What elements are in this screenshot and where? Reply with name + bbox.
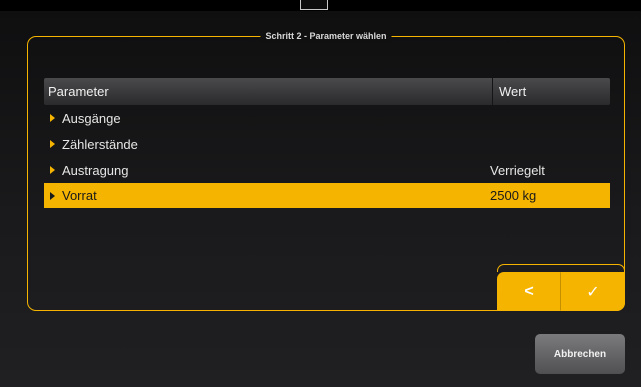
nav-buttons: < ✓ [497, 272, 625, 311]
top-strip [0, 0, 641, 11]
parameter-table: Parameter Wert Ausgänge Zählerstände Aus… [44, 78, 610, 208]
back-button[interactable]: < [497, 272, 561, 311]
table-row[interactable]: Ausgänge [44, 105, 610, 131]
table-header: Parameter Wert [44, 78, 610, 105]
top-tab[interactable] [300, 0, 328, 10]
expand-arrow-icon [50, 166, 55, 174]
dialog-title: Schritt 2 - Parameter wählen [260, 29, 392, 43]
column-header-value: Wert [499, 84, 527, 99]
cancel-button[interactable]: Abbrechen [535, 334, 625, 374]
row-value: 2500 kg [490, 188, 537, 203]
row-label: Zählerstände [62, 136, 138, 152]
column-header-parameter: Parameter [44, 78, 493, 105]
expand-arrow-icon [50, 191, 55, 200]
expand-arrow-icon [50, 114, 55, 122]
table-row[interactable]: Austragung Verriegelt [44, 157, 610, 183]
nav-button-frame [497, 264, 625, 272]
confirm-button[interactable]: ✓ [561, 272, 625, 311]
expand-arrow-icon [50, 140, 55, 148]
row-label: Vorrat [62, 188, 97, 203]
row-label: Ausgänge [62, 110, 121, 126]
row-value: Verriegelt [490, 162, 545, 178]
table-row[interactable]: Zählerstände [44, 131, 610, 157]
row-label: Austragung [62, 162, 129, 178]
parameter-dialog: Schritt 2 - Parameter wählen Parameter W… [27, 29, 625, 311]
table-row-selected[interactable]: Vorrat 2500 kg [44, 183, 610, 208]
